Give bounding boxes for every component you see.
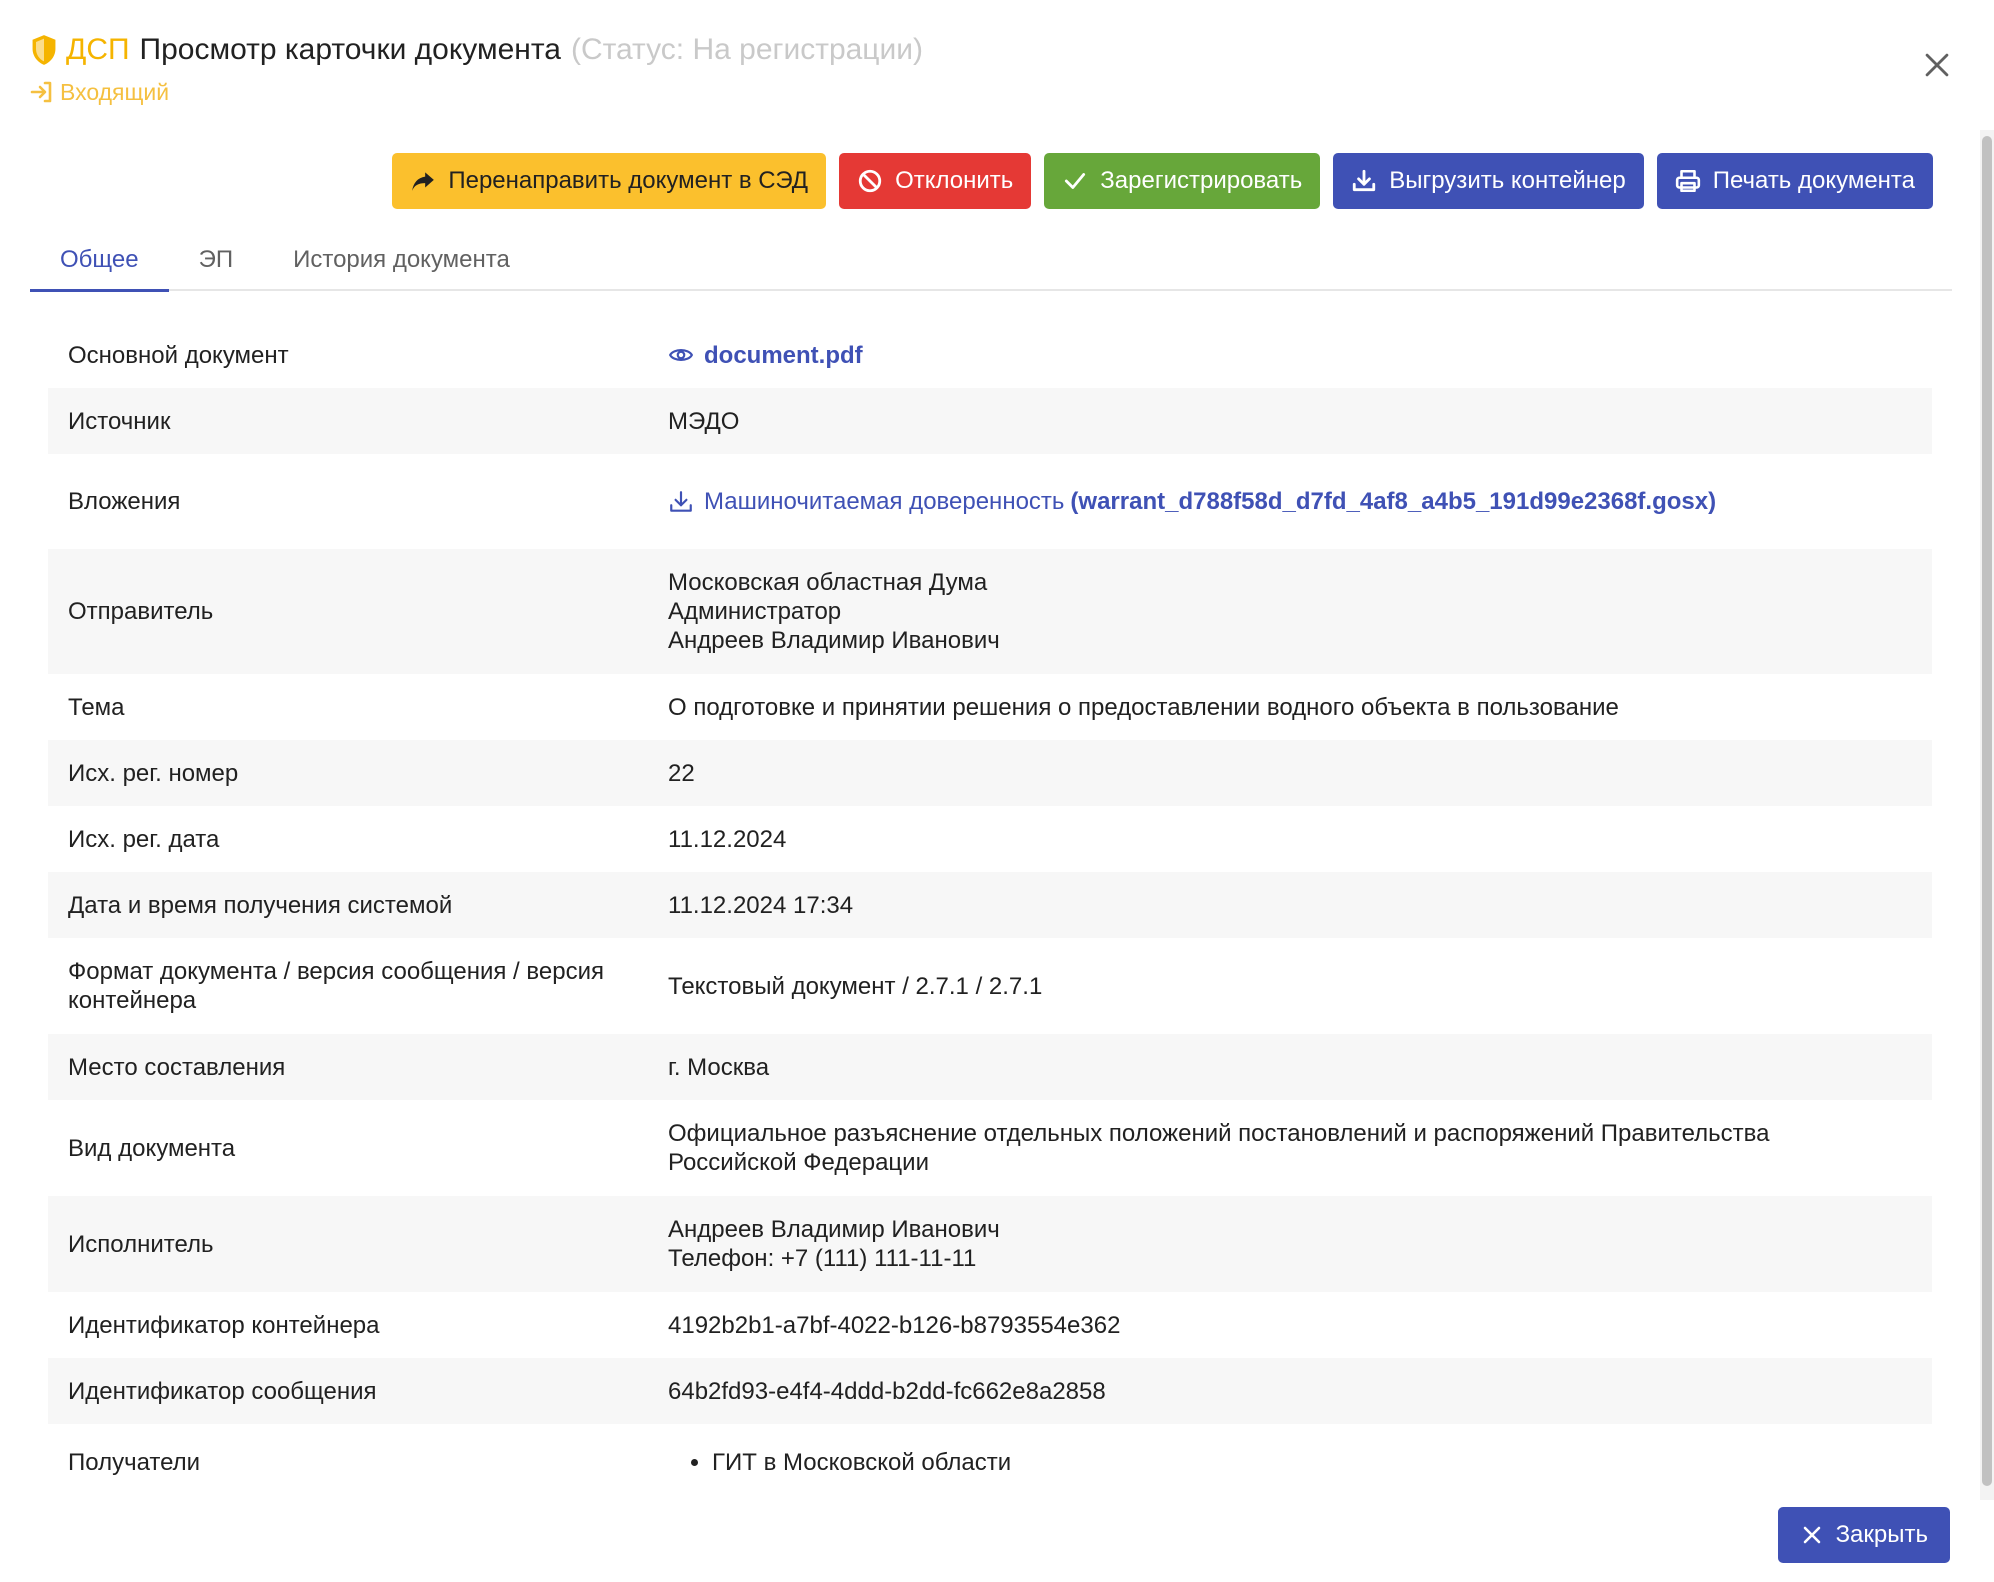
table-row: Место составления г. Москва — [48, 1034, 1932, 1100]
print-label: Печать документа — [1712, 167, 1915, 194]
main-document-link[interactable]: document.pdf — [668, 341, 1932, 370]
field-label: Отправитель — [68, 598, 214, 625]
table-row: Исполнитель Андреев Владимир Иванович Те… — [48, 1196, 1932, 1292]
field-value: 64b2fd93-e4f4-4ddd-b2dd-fc662e8a2858 — [668, 1377, 1106, 1405]
table-row: Вид документа Официальное разъяснение от… — [48, 1100, 1932, 1196]
field-value: Андреев Владимир Иванович Телефон: +7 (1… — [638, 1215, 1932, 1273]
printer-icon — [1675, 169, 1700, 193]
table-row: Исх. рег. дата 11.12.2024 — [48, 806, 1932, 872]
classification-badge: ДСП — [66, 33, 130, 66]
register-button[interactable]: Зарегистрировать — [1044, 153, 1321, 209]
table-row: Основной документ document.pdf — [48, 322, 1932, 388]
register-label: Зарегистрировать — [1100, 167, 1303, 194]
sender-role: Администратор — [668, 598, 842, 625]
redirect-label: Перенаправить документ в СЭД — [448, 167, 809, 194]
close-icon[interactable] — [1920, 48, 1954, 82]
table-row: Вложения Машиночитаемая доверенность (wa… — [48, 454, 1932, 549]
close-icon — [1803, 1526, 1820, 1544]
recipients-list: ГИТ в Московской области — [668, 1448, 1932, 1477]
field-value: МЭДО — [668, 407, 740, 435]
redirect-button[interactable]: Перенаправить документ в СЭД — [392, 153, 827, 209]
sign-in-icon — [30, 81, 52, 103]
share-icon — [412, 172, 435, 191]
page-title: Просмотр карточки документа — [139, 33, 561, 66]
field-label: Основной документ — [68, 341, 289, 369]
attachment-file: (warrant_d788f58d_d7fd_4af8_a4b5_191d99e… — [1070, 488, 1717, 515]
list-item: ГИТ в Московской области — [712, 1448, 1932, 1477]
field-label: Дата и время получения системой — [68, 891, 453, 919]
direction-label: Входящий — [30, 76, 1894, 108]
tab-signature[interactable]: ЭП — [169, 232, 264, 289]
reject-button[interactable]: Отклонить — [839, 153, 1032, 209]
field-value: Текстовый документ / 2.7.1 / 2.7.1 — [668, 972, 1043, 1000]
field-value: 11.12.2024 — [668, 825, 787, 853]
download-icon — [1353, 169, 1376, 192]
attachment-link[interactable]: Машиночитаемая доверенность (warrant_d78… — [668, 487, 1932, 516]
tab-bar: Общее ЭП История документа — [30, 232, 1952, 292]
field-value: Машиночитаемая доверенность (warrant_d78… — [638, 487, 1932, 516]
field-value: document.pdf — [638, 341, 1932, 370]
dialog-title: ДСП Просмотр карточки документа (Статус:… — [30, 28, 1894, 72]
action-toolbar: Перенаправить документ в СЭД Отклонить З… — [392, 153, 1933, 209]
attachment-name: Машиночитаемая доверенность — [704, 488, 1065, 515]
dialog-header: ДСП Просмотр карточки документа (Статус:… — [30, 28, 1894, 108]
direction-text: Входящий — [60, 78, 170, 105]
field-value: г. Москва — [668, 1053, 770, 1081]
field-label: Формат документа / версия сообщения / ве… — [68, 958, 604, 1014]
scrollbar-thumb[interactable] — [1982, 136, 1992, 1486]
export-label: Выгрузить контейнер — [1389, 167, 1626, 194]
document-fields-table: Основной документ document.pdf Источник … — [48, 322, 1932, 1500]
table-row: Тема О подготовке и принятии решения о п… — [48, 674, 1932, 740]
table-row: Идентификатор контейнера 4192b2b1-a7bf-4… — [48, 1292, 1932, 1358]
check-icon — [1065, 173, 1086, 189]
table-row: Источник МЭДО — [48, 388, 1932, 454]
table-row: Отправитель Московская областная Дума Ад… — [48, 549, 1932, 674]
field-value: Московская областная Дума Администратор … — [638, 568, 1932, 655]
shield-icon — [32, 35, 56, 65]
field-label: Исх. рег. номер — [68, 759, 239, 787]
export-container-button[interactable]: Выгрузить контейнер — [1333, 153, 1644, 209]
field-label: Исх. рег. дата — [68, 825, 220, 853]
document-card-dialog: ДСП Просмотр карточки документа (Статус:… — [0, 0, 1994, 1582]
table-row: Дата и время получения системой 11.12.20… — [48, 872, 1932, 938]
field-value: 4192b2b1-a7bf-4022-b126-b8793554e362 — [668, 1311, 1121, 1339]
field-label: Место составления — [68, 1053, 286, 1081]
tab-history[interactable]: История документа — [263, 232, 540, 289]
status-text: (Статус: На регистрации) — [570, 33, 923, 66]
ban-icon — [858, 169, 882, 193]
close-label: Закрыть — [1835, 1521, 1928, 1548]
field-label: Источник — [68, 407, 171, 435]
field-label: Вложения — [68, 488, 181, 515]
field-value: 11.12.2024 17:34 — [668, 891, 854, 919]
sender-organization: Московская областная Дума — [668, 569, 988, 596]
print-document-button[interactable]: Печать документа — [1656, 153, 1933, 209]
field-label: Идентификатор контейнера — [68, 1311, 380, 1339]
field-value: ГИТ в Московской области — [638, 1448, 1932, 1477]
tab-general[interactable]: Общее — [30, 232, 169, 292]
field-label: Получатели — [68, 1448, 201, 1476]
download-icon — [670, 490, 692, 512]
field-value: О подготовке и принятии решения о предос… — [668, 693, 1619, 721]
close-button[interactable]: Закрыть — [1777, 1507, 1950, 1563]
field-label: Исполнитель — [68, 1230, 214, 1258]
main-document-name: document.pdf — [704, 341, 863, 369]
eye-icon — [668, 349, 694, 361]
field-label: Вид документа — [68, 1134, 236, 1162]
field-label: Идентификатор сообщения — [68, 1377, 377, 1405]
field-label: Тема — [68, 693, 125, 721]
field-value: 22 — [668, 759, 695, 787]
sender-person: Андреев Владимир Иванович — [668, 627, 1000, 654]
executor-name: Андреев Владимир Иванович — [668, 1216, 1000, 1243]
table-row: Получатели ГИТ в Московской области — [48, 1424, 1932, 1500]
table-row: Формат документа / версия сообщения / ве… — [48, 938, 1932, 1034]
field-value: Официальное разъяснение отдельных положе… — [668, 1120, 1770, 1176]
table-row: Идентификатор сообщения 64b2fd93-e4f4-4d… — [48, 1358, 1932, 1424]
table-row: Исх. рег. номер 22 — [48, 740, 1932, 806]
executor-phone: Телефон: +7 (111) 111-11-11 — [668, 1245, 977, 1272]
reject-label: Отклонить — [895, 167, 1014, 194]
